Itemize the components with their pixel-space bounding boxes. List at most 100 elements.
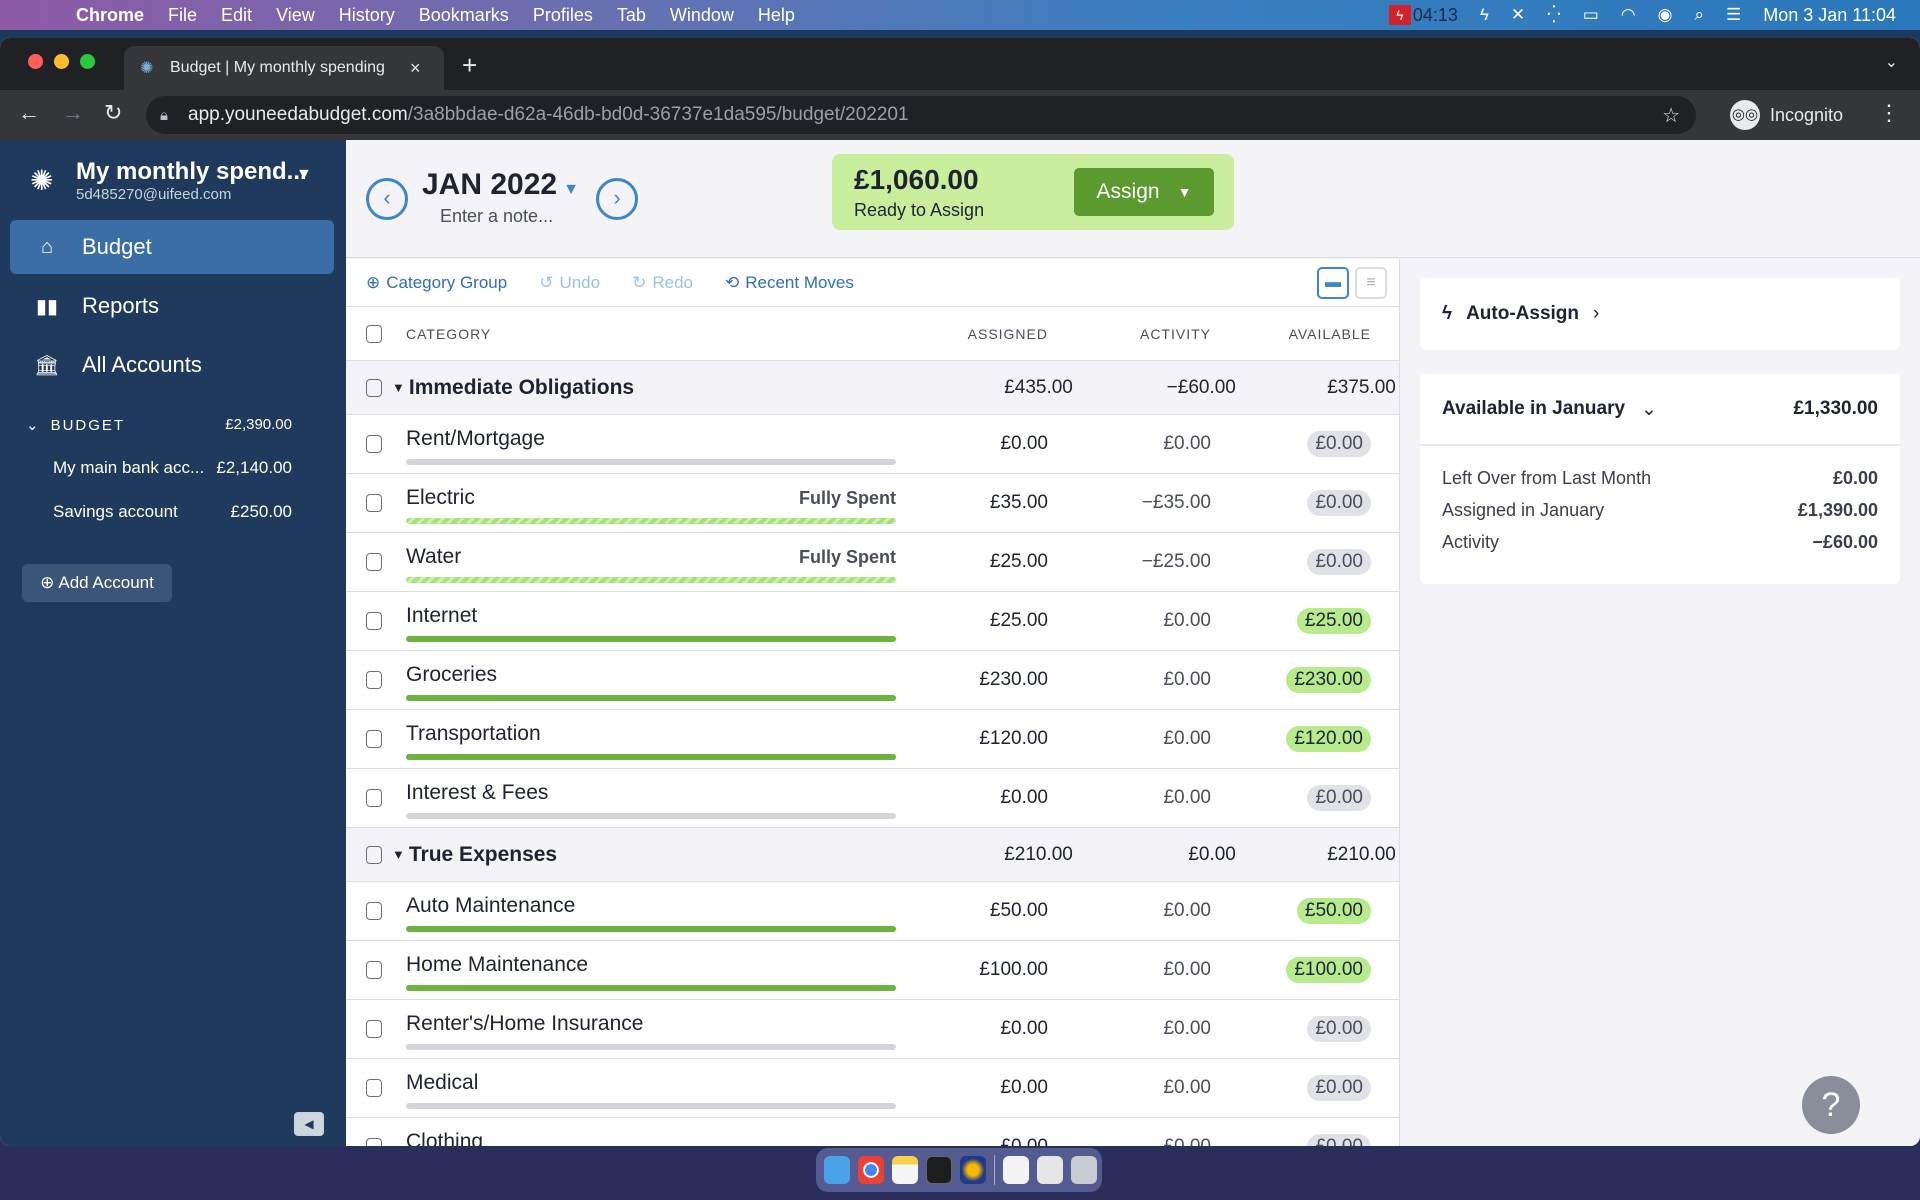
previous-month-button[interactable]: ‹ bbox=[366, 178, 408, 220]
category-checkbox[interactable] bbox=[366, 902, 382, 920]
category-name[interactable]: Auto Maintenance bbox=[406, 894, 575, 918]
category-row[interactable]: Electric Fully Spent £35.00 −£35.00 £0.00 bbox=[346, 474, 1399, 533]
lock-icon[interactable]: 🔒︎ bbox=[160, 107, 180, 124]
menu-view[interactable]: View bbox=[276, 5, 315, 26]
assigned-input[interactable]: £0.00 bbox=[896, 1077, 1048, 1099]
available-pill[interactable]: £0.00 bbox=[1307, 1075, 1371, 1101]
category-checkbox[interactable] bbox=[366, 730, 382, 748]
caret-down-icon[interactable]: ▼ bbox=[296, 166, 312, 184]
available-pill[interactable]: £50.00 bbox=[1296, 898, 1371, 924]
menu-edit[interactable]: Edit bbox=[221, 5, 252, 26]
bluetooth-icon[interactable]: ✕ bbox=[1511, 5, 1525, 25]
available-pill[interactable]: £0.00 bbox=[1307, 1134, 1371, 1146]
sidebar-item-reports[interactable]: ▮▮ Reports bbox=[10, 279, 334, 333]
select-all-checkbox[interactable] bbox=[366, 324, 382, 343]
category-row[interactable]: Transportation £120.00 £0.00 £120.00 bbox=[346, 710, 1399, 769]
budget-switcher[interactable]: ✺ My monthly spend... 5d485270@uifeed.co… bbox=[30, 158, 312, 203]
notes-icon[interactable] bbox=[892, 1156, 918, 1184]
available-pill[interactable]: £0.00 bbox=[1307, 490, 1371, 516]
month-note-input[interactable]: Enter a note... bbox=[440, 206, 579, 227]
category-name[interactable]: Medical bbox=[406, 1071, 478, 1095]
category-checkbox[interactable] bbox=[366, 494, 382, 512]
category-group-row[interactable]: ▼ Immediate Obligations £435.00 −£60.00 £375… bbox=[346, 361, 1399, 415]
menu-app-name[interactable]: Chrome bbox=[76, 5, 144, 26]
available-pill[interactable]: £100.00 bbox=[1286, 957, 1371, 983]
tab-search-chevron-icon[interactable]: ⌄ bbox=[1885, 52, 1898, 72]
activity-value[interactable]: £0.00 bbox=[1048, 787, 1211, 809]
maximize-window-button[interactable] bbox=[80, 54, 95, 69]
account-item[interactable]: Savings account £250.00 bbox=[26, 502, 292, 522]
chrome-menu-icon[interactable]: ⋮ bbox=[1878, 100, 1900, 126]
forward-button[interactable]: → bbox=[62, 100, 84, 126]
column-header-category[interactable]: CATEGORY bbox=[406, 326, 896, 342]
comfortable-view-icon[interactable]: ▬ bbox=[1317, 267, 1349, 299]
group-name[interactable]: True Expenses bbox=[409, 843, 921, 867]
bookmark-star-icon[interactable]: ☆ bbox=[1662, 103, 1680, 128]
caret-down-icon[interactable]: ▼ bbox=[563, 181, 579, 198]
menu-history[interactable]: History bbox=[339, 5, 395, 26]
category-name[interactable]: Clothing bbox=[406, 1130, 483, 1147]
control-center-icon[interactable]: ☰ bbox=[1726, 5, 1741, 25]
assigned-input[interactable]: £25.00 bbox=[896, 610, 1048, 632]
category-row[interactable]: Interest & Fees £0.00 £0.00 £0.00 bbox=[346, 769, 1399, 828]
category-name[interactable]: Interest & Fees bbox=[406, 781, 548, 805]
activity-value[interactable]: £0.00 bbox=[1048, 728, 1211, 750]
activity-value[interactable]: £0.00 bbox=[1048, 959, 1211, 981]
assign-button[interactable]: Assign ▼ bbox=[1074, 168, 1214, 216]
group-checkbox[interactable] bbox=[366, 378, 382, 397]
assigned-input[interactable]: £0.00 bbox=[896, 1018, 1048, 1040]
category-checkbox[interactable] bbox=[366, 553, 382, 571]
user-icon[interactable]: ◉ bbox=[1658, 5, 1673, 25]
activity-value[interactable]: £0.00 bbox=[1048, 900, 1211, 922]
category-checkbox[interactable] bbox=[366, 961, 382, 979]
available-pill[interactable]: £0.00 bbox=[1307, 1016, 1371, 1042]
assigned-input[interactable]: £0.00 bbox=[896, 1136, 1048, 1146]
redo-button[interactable]: ↻ Redo bbox=[632, 273, 693, 293]
menu-window[interactable]: Window bbox=[670, 5, 734, 26]
reload-button[interactable]: ↻ bbox=[104, 100, 122, 126]
account-item[interactable]: My main bank acc... £2,140.00 bbox=[26, 458, 292, 478]
category-checkbox[interactable] bbox=[366, 612, 382, 630]
category-row[interactable]: Auto Maintenance £50.00 £0.00 £50.00 bbox=[346, 882, 1399, 941]
category-name[interactable]: Renter's/Home Insurance bbox=[406, 1012, 643, 1036]
group-checkbox[interactable] bbox=[366, 845, 382, 864]
browser-tab[interactable]: ✺ Budget | My monthly spending × bbox=[124, 46, 444, 90]
category-row[interactable]: Internet £25.00 £0.00 £25.00 bbox=[346, 592, 1399, 651]
category-name[interactable]: Water bbox=[406, 545, 461, 569]
chevron-down-icon[interactable]: ⌄ bbox=[1641, 398, 1657, 421]
activity-value[interactable]: £0.00 bbox=[1048, 433, 1211, 455]
collapse-sidebar-button[interactable]: ◀ bbox=[294, 1112, 324, 1136]
assigned-input[interactable]: £230.00 bbox=[896, 669, 1048, 691]
available-pill[interactable]: £0.00 bbox=[1307, 785, 1371, 811]
menu-tab[interactable]: Tab bbox=[617, 5, 646, 26]
category-group-row[interactable]: ▼ True Expenses £210.00 £0.00 £210.00 bbox=[346, 828, 1399, 882]
activity-value[interactable]: −£25.00 bbox=[1048, 551, 1211, 573]
help-button[interactable]: ? bbox=[1802, 1076, 1860, 1134]
next-month-button[interactable]: › bbox=[596, 178, 638, 220]
finder-icon[interactable] bbox=[824, 1156, 850, 1184]
sidebar-item-budget[interactable]: ⌂ Budget bbox=[10, 220, 334, 274]
collapse-triangle-icon[interactable]: ▼ bbox=[392, 380, 405, 395]
activity-value[interactable]: £0.00 bbox=[1048, 610, 1211, 632]
group-name[interactable]: Immediate Obligations bbox=[409, 376, 921, 400]
category-row[interactable]: Renter's/Home Insurance £0.00 £0.00 £0.00 bbox=[346, 1000, 1399, 1059]
minimize-window-button[interactable] bbox=[54, 54, 69, 69]
category-name[interactable]: Home Maintenance bbox=[406, 953, 588, 977]
category-checkbox[interactable] bbox=[366, 1079, 382, 1097]
category-row[interactable]: Medical £0.00 £0.00 £0.00 bbox=[346, 1059, 1399, 1118]
available-pill[interactable]: £0.00 bbox=[1307, 549, 1371, 575]
incognito-profile-button[interactable]: ◎◎ Incognito bbox=[1730, 96, 1843, 134]
window-preview-icon[interactable] bbox=[1037, 1156, 1063, 1184]
dots-icon[interactable]: ⁛ bbox=[1547, 5, 1561, 25]
chrome-icon[interactable] bbox=[858, 1156, 884, 1184]
spotlight-search-icon[interactable]: ⌕ bbox=[1694, 5, 1704, 25]
document-icon[interactable] bbox=[1003, 1156, 1029, 1184]
category-row[interactable]: Groceries £230.00 £0.00 £230.00 bbox=[346, 651, 1399, 710]
collapse-triangle-icon[interactable]: ▼ bbox=[392, 847, 405, 862]
add-account-button[interactable]: ⊕ Add Account bbox=[22, 564, 172, 602]
available-summary-header[interactable]: Available in January ⌄ £1,330.00 bbox=[1420, 374, 1900, 446]
activity-value[interactable]: £0.00 bbox=[1048, 669, 1211, 691]
assigned-input[interactable]: £25.00 bbox=[896, 551, 1048, 573]
month-label[interactable]: JAN 2022 bbox=[422, 168, 557, 201]
category-name[interactable]: Internet bbox=[406, 604, 477, 628]
